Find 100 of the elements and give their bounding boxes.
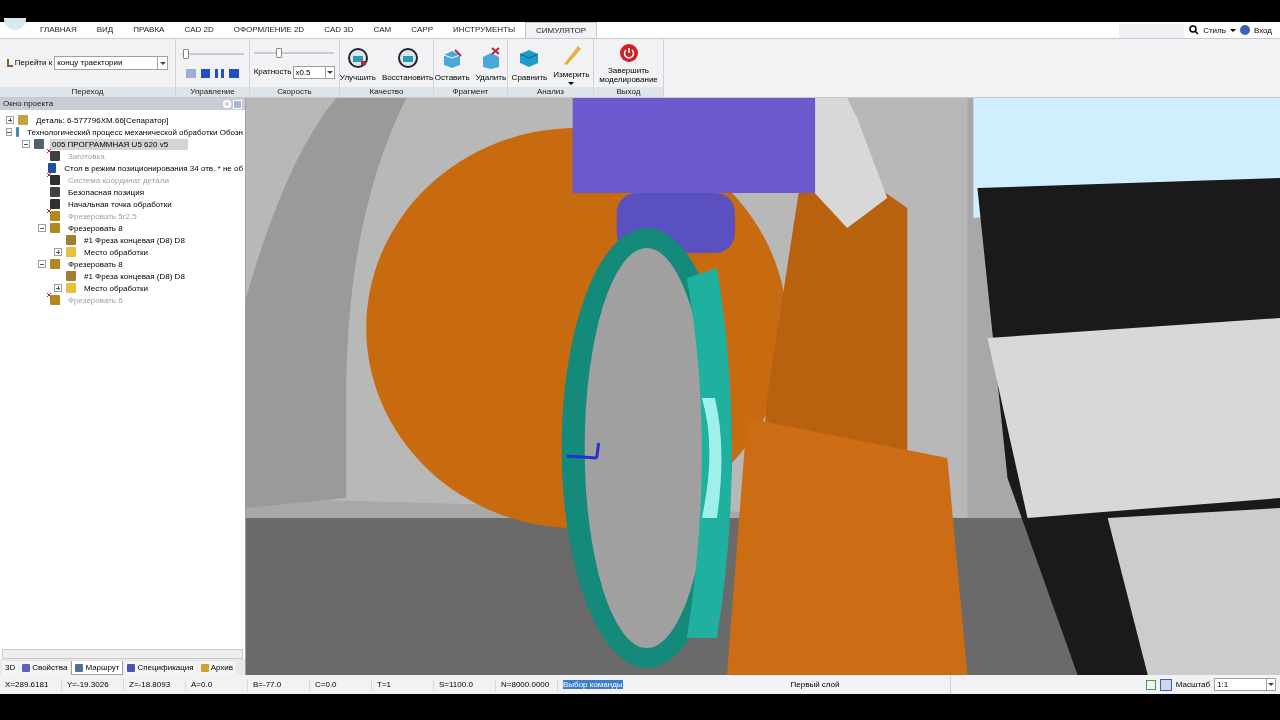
finish-simulation-button[interactable]: Завершить моделирование: [597, 42, 660, 84]
multiplier-dropdown[interactable]: x0.5: [293, 65, 336, 79]
tree-node-label[interactable]: Технологический процесс механической обработки Обозн: [25, 126, 245, 138]
ribbon-tab[interactable]: ПРАВКА: [123, 22, 175, 38]
tree-node-icon: [66, 235, 76, 245]
tree-node-icon: [50, 175, 60, 185]
caret-icon: [157, 57, 168, 69]
tree-node-icon: [66, 247, 76, 257]
ribbon-tab[interactable]: СИМУЛЯТОР: [524, 22, 598, 38]
slider-track[interactable]: [253, 47, 334, 58]
slider-track[interactable]: [181, 48, 244, 59]
tree-node-label[interactable]: Безопасная позиция: [66, 186, 146, 198]
tree-node-label[interactable]: 005 ПРОГРАММНАЯ U5 620 v5: [50, 138, 189, 150]
slider-thumb[interactable]: [182, 48, 189, 59]
tree-node-label[interactable]: Начальная точка обработки: [66, 198, 174, 210]
panel-tab[interactable]: Свойства: [19, 661, 71, 675]
caret-icon: [1266, 679, 1275, 690]
status-field: Z=-18.8093: [129, 679, 171, 689]
tree-node-icon: [50, 259, 60, 269]
status-field: C=0.0: [315, 679, 337, 689]
skip-forward-icon[interactable]: [229, 68, 239, 78]
ribbon-group-label: Управление: [176, 87, 249, 97]
ribbon-tab[interactable]: CAM: [363, 22, 402, 38]
tree-node-label[interactable]: Место обработки: [82, 246, 150, 258]
ribbon-group-label: Скорость: [250, 87, 339, 97]
status-field: B=-77.0: [253, 679, 282, 689]
ribbon-button[interactable]: Улучшить: [337, 43, 378, 83]
tree-node-icon: [50, 211, 60, 221]
ribbon-tab[interactable]: ВИД: [86, 22, 124, 38]
tree-node-icon: [47, 163, 57, 173]
multiplier-label: Кратность: [253, 66, 292, 78]
ribbon-group-label: Фрагмент: [434, 87, 507, 97]
tree-node-label[interactable]: #1 Фреза концевая (D8) D8: [82, 270, 187, 282]
cube-icon[interactable]: [1159, 678, 1172, 691]
slider-thumb[interactable]: [275, 47, 282, 58]
search-field[interactable]: [1119, 24, 1185, 38]
tree-node-icon: [50, 199, 60, 209]
collapse-toggle[interactable]: [6, 128, 12, 136]
tree-node-icon: [50, 223, 60, 233]
layer-label: Первый слой: [790, 678, 840, 691]
status-field: X=289.6181: [5, 679, 49, 689]
panel-tab[interactable]: Маршрут: [71, 661, 124, 675]
tree-node-icon: [66, 283, 76, 293]
tree-node-label[interactable]: Фрезеровать 8: [66, 258, 125, 270]
status-field: T=1: [377, 679, 391, 689]
ribbon-tab[interactable]: CAD 3D: [314, 22, 364, 38]
tree-node-icon: [18, 115, 28, 125]
panel-tab[interactable]: 3D: [2, 661, 19, 675]
tree-node-label[interactable]: Фрезеровать 8: [66, 222, 125, 234]
scale-dropdown[interactable]: 1:1: [1214, 678, 1276, 691]
tree-node-icon: [34, 139, 44, 149]
tree-node-icon: [16, 127, 20, 137]
go-to-dropdown[interactable]: концу траектории: [54, 56, 169, 70]
go-to-label: Перейти к: [14, 57, 53, 69]
tree-node-label[interactable]: Стол в режим позиционирования 34 отв. * не об: [62, 162, 245, 174]
panel-tab[interactable]: Архив: [197, 661, 237, 675]
caret-icon: [325, 66, 335, 78]
ribbon-button[interactable]: Удалить: [473, 43, 509, 83]
cube-icon: [441, 46, 464, 69]
expand-toggle[interactable]: [6, 116, 14, 124]
ribbon-group-label: Анализ: [508, 87, 593, 97]
status-field: S=1100.0: [439, 679, 473, 689]
status-field: N=8000.0000: [501, 679, 550, 689]
tree-node-label[interactable]: #1 Фреза концевая (D8) D8: [82, 234, 187, 246]
ribbon-group-label: Переход: [0, 87, 175, 97]
collapse-toggle[interactable]: [38, 224, 46, 232]
ribbon-group-label: Выход: [594, 87, 663, 97]
tree-node-icon: [50, 295, 60, 305]
status-field: A=0.0: [191, 679, 213, 689]
stop-icon[interactable]: [201, 68, 210, 78]
panel-title: Окно проекта: [3, 98, 54, 110]
panel-tab[interactable]: Спецификация: [124, 661, 197, 675]
magnifier-icon: [396, 46, 419, 69]
ribbon-tab[interactable]: ОФОРМЛЕНИЕ 2D: [223, 22, 315, 38]
status-field: Выбор команды: [563, 679, 623, 689]
ribbon-tab[interactable]: CAD 2D: [174, 22, 224, 38]
ribbon-tab[interactable]: ИНСТРУМЕНТЫ: [443, 22, 525, 38]
power-icon: [618, 42, 639, 63]
style-menu[interactable]: Стиль: [1203, 24, 1226, 38]
scale-label: Масштаб: [1175, 678, 1210, 691]
magnifier-icon: [346, 46, 369, 69]
tree-node-label[interactable]: Деталь: 6-577796ХМ.66[Сепаратор]: [34, 114, 171, 126]
wireframe-cube-icon[interactable]: [1145, 679, 1156, 690]
app-logo-icon: [4, 18, 26, 30]
ribbon-tab[interactable]: ГЛАВНАЯ: [30, 22, 87, 38]
ribbon-button[interactable]: Сравнить: [509, 43, 550, 83]
ribbon-tab[interactable]: CAPP: [401, 22, 444, 38]
expand-toggle[interactable]: [54, 248, 62, 256]
pause-icon[interactable]: [215, 68, 224, 78]
search-icon[interactable]: [1189, 25, 1200, 35]
help-icon[interactable]: [1239, 25, 1250, 35]
horizontal-scrollbar[interactable]: [2, 649, 243, 659]
tree-node-label[interactable]: Место обработки: [82, 282, 150, 294]
expand-toggle[interactable]: [54, 284, 62, 292]
login-link[interactable]: Вход: [1253, 24, 1272, 38]
collapse-toggle[interactable]: [38, 260, 46, 268]
ribbon-group-label: Качество: [340, 87, 433, 97]
collapse-toggle[interactable]: [22, 140, 30, 148]
tree-node-icon: [66, 271, 76, 281]
path-icon: [6, 59, 13, 67]
